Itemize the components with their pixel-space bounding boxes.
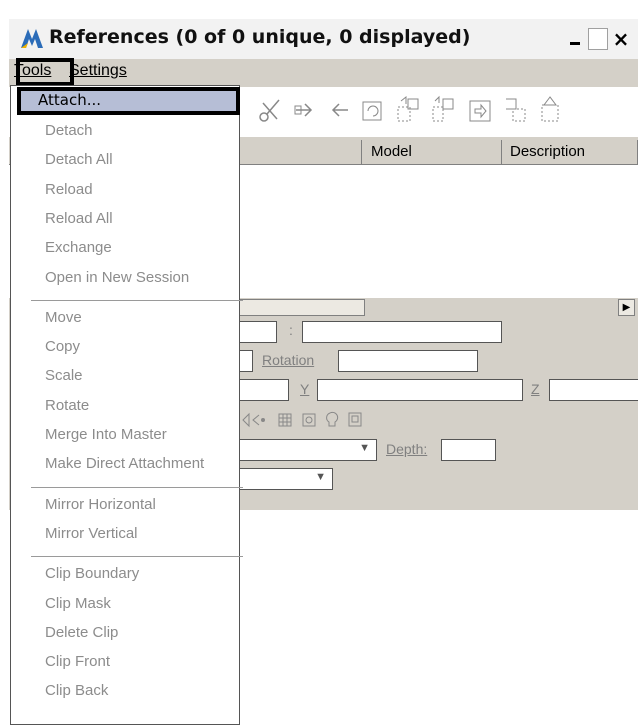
depth-field[interactable] <box>441 439 496 461</box>
rotate-tool-icon[interactable] <box>359 95 387 125</box>
menu-item-detach-all[interactable]: Detach All <box>45 151 113 168</box>
column-model[interactable]: Model <box>371 143 412 160</box>
column-description[interactable]: Description <box>510 143 585 160</box>
depth-label: Depth: <box>386 441 428 457</box>
menu-item-exchange[interactable]: Exchange <box>45 239 112 256</box>
z-label: Z <box>531 381 540 397</box>
microstation-logo-icon <box>21 29 43 48</box>
menu-item-reload[interactable]: Reload <box>45 181 93 198</box>
rotation-field[interactable] <box>338 350 478 372</box>
clip-front-tool-icon[interactable] <box>536 95 564 125</box>
menu-separator <box>31 486 243 488</box>
menu-item-move[interactable]: Move <box>45 309 82 326</box>
menu-item-clip-back[interactable]: Clip Back <box>45 682 108 699</box>
menu-item-mirror-vertical[interactable]: Mirror Vertical <box>45 525 138 542</box>
menu-item-make-direct-attachment[interactable]: Make Direct Attachment <box>45 455 204 472</box>
window-title: References (0 of 0 unique, 0 displayed) <box>49 26 471 48</box>
menu-item-attach[interactable]: Attach... <box>17 87 240 115</box>
y-label: Y <box>300 381 310 397</box>
close-button[interactable]: × <box>611 28 631 50</box>
move-arrow-tool-icon[interactable] <box>292 95 320 125</box>
scale-field[interactable] <box>239 350 253 372</box>
scale-colon: : <box>289 322 293 338</box>
menu-separator <box>31 556 243 558</box>
scissors-tool-icon[interactable] <box>257 95 285 125</box>
menu-item-clip-mask[interactable]: Clip Mask <box>45 595 111 612</box>
menu-item-scale[interactable]: Scale <box>45 367 83 384</box>
menu-item-label: Attach... <box>38 91 102 109</box>
x-offset-field[interactable] <box>239 379 289 401</box>
y-offset-field[interactable] <box>317 379 523 401</box>
z-offset-field[interactable] <box>549 379 638 401</box>
scale-master-field[interactable] <box>239 321 277 343</box>
minimize-button[interactable] <box>565 28 585 50</box>
column-separator[interactable] <box>501 140 502 164</box>
scale-tool-icon[interactable] <box>394 95 422 125</box>
nesting-dropdown[interactable]: ▼ <box>239 439 377 461</box>
menu-item-reload-all[interactable]: Reload All <box>45 210 113 227</box>
copy-arrow-tool-icon[interactable] <box>324 95 352 125</box>
column-separator[interactable] <box>361 140 362 164</box>
menu-item-clip-front[interactable]: Clip Front <box>45 653 110 670</box>
menu-item-open-in-new-session[interactable]: Open in New Session <box>45 269 189 286</box>
maximize-button[interactable] <box>588 28 608 50</box>
tools-menu-highlight-box <box>16 58 74 86</box>
menu-settings[interactable]: Settings <box>69 62 127 80</box>
menu-item-delete-clip[interactable]: Delete Clip <box>45 624 118 641</box>
scroll-right-arrow-icon[interactable]: ▶ <box>618 299 635 316</box>
menu-item-rotate[interactable]: Rotate <box>45 397 89 414</box>
mirror-tool-icon[interactable] <box>429 95 457 125</box>
clip-mask-tool-icon[interactable] <box>502 95 530 125</box>
menu-item-clip-boundary[interactable]: Clip Boundary <box>45 565 139 582</box>
menu-item-merge-into-master[interactable]: Merge Into Master <box>45 426 167 443</box>
scale-reference-field[interactable] <box>302 321 502 343</box>
clip-boundary-tool-icon[interactable] <box>467 95 495 125</box>
display-overrides-dropdown[interactable]: ▼ <box>239 468 333 490</box>
menu-item-detach[interactable]: Detach <box>45 122 93 139</box>
menu-separator <box>31 299 243 301</box>
rotation-label: Rotation <box>262 352 315 368</box>
title-bar[interactable]: References (0 of 0 unique, 0 displayed) … <box>9 19 638 59</box>
menu-item-mirror-horizontal[interactable]: Mirror Horizontal <box>45 496 156 513</box>
tools-dropdown-menu: Detach Detach All Reload Reload All Exchange… <box>10 85 243 725</box>
menu-item-copy[interactable]: Copy <box>45 338 80 355</box>
display-toggle-icons <box>242 411 362 428</box>
menu-bar: Tools Settings <box>9 59 638 85</box>
